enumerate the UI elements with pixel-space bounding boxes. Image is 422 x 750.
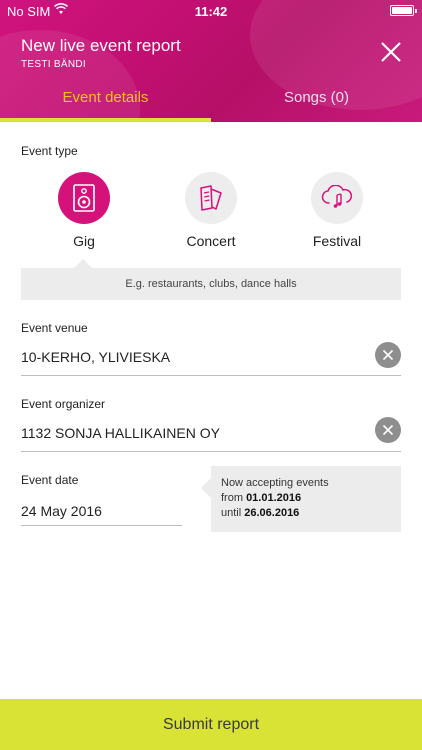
- event-date-label: Event date: [21, 473, 79, 487]
- event-venue-field[interactable]: 10-KERHO, YLIVIESKA: [21, 349, 170, 365]
- event-date-field[interactable]: 24 May 2016: [21, 503, 102, 519]
- accepting-events-info: Now accepting events from 01.01.2016 unt…: [211, 466, 401, 532]
- event-type-label: Event type: [21, 144, 78, 158]
- speaker-icon: [73, 184, 95, 212]
- event-type-label-gig: Gig: [73, 233, 95, 249]
- info-from-line: from 01.01.2016: [221, 491, 401, 506]
- event-type-hint: E.g. restaurants, clubs, dance halls: [21, 268, 401, 300]
- event-organizer-field[interactable]: 1132 SONJA HALLIKAINEN OY: [21, 425, 220, 441]
- status-bar: No SIM 11:42: [0, 0, 422, 22]
- clock: 11:42: [194, 4, 228, 19]
- clear-organizer-button[interactable]: [375, 417, 401, 443]
- battery-icon: [390, 5, 417, 16]
- clear-venue-button[interactable]: [375, 342, 401, 368]
- cloud-music-icon: [321, 185, 353, 208]
- info-text: Now accepting events: [221, 477, 329, 489]
- info-pointer: [201, 478, 211, 498]
- event-type-gig[interactable]: Gig: [19, 172, 149, 249]
- band-name: TESTI BÄNDI: [21, 59, 86, 70]
- ticket-icon: [200, 185, 222, 211]
- info-until-date: 26.06.2016: [244, 507, 300, 519]
- event-type-icon-circle: [185, 172, 237, 224]
- tab-label: Event details: [62, 89, 149, 106]
- clear-icon: [382, 424, 394, 436]
- info-until-line: until 26.06.2016: [221, 506, 401, 521]
- event-venue-label: Event venue: [21, 321, 88, 335]
- event-type-icon-circle: [311, 172, 363, 224]
- tab-label: Songs (0): [283, 89, 350, 106]
- event-type-label-concert: Concert: [186, 233, 236, 249]
- field-underline: [21, 451, 401, 452]
- event-type-festival[interactable]: Festival: [272, 172, 402, 249]
- event-type-icon-circle: [58, 172, 110, 224]
- submit-report-button[interactable]: Submit report: [0, 699, 422, 750]
- close-button[interactable]: [378, 39, 404, 65]
- app-header: No SIM 11:42 New live event report TESTI…: [0, 0, 422, 122]
- field-underline: [21, 375, 401, 376]
- clear-icon: [382, 349, 394, 361]
- page-title: New live event report: [21, 36, 181, 55]
- info-until-prefix: until: [221, 507, 242, 519]
- field-underline: [21, 525, 182, 526]
- event-type-concert[interactable]: Concert: [146, 172, 276, 249]
- tab-songs[interactable]: Songs (0): [211, 89, 422, 122]
- info-from-prefix: from: [221, 492, 243, 504]
- event-organizer-label: Event organizer: [21, 397, 106, 411]
- close-icon: [381, 42, 401, 62]
- event-type-label-festival: Festival: [312, 233, 362, 249]
- active-tab-indicator: [0, 118, 211, 122]
- info-from-date: 01.01.2016: [246, 492, 302, 504]
